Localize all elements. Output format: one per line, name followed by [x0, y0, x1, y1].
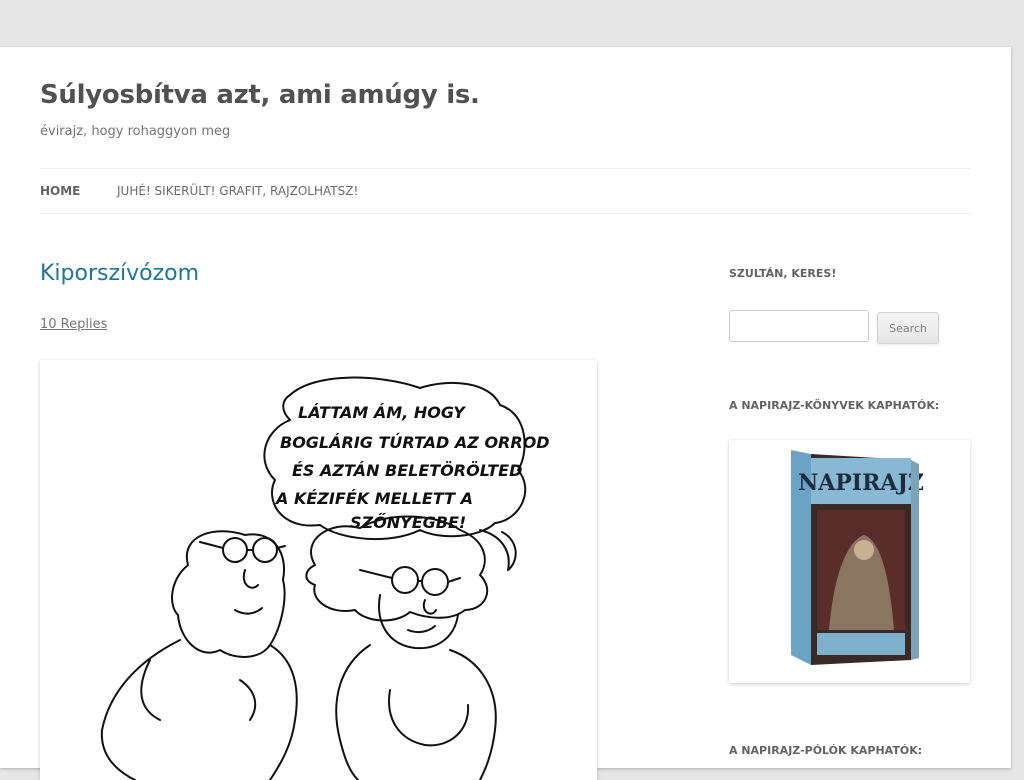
site-title[interactable]: Súlyosbítva azt, ami amúgy is.: [40, 80, 480, 110]
main-navigation: Home Juhé! Sikerült! Grafit, rajzolhatsz…: [40, 168, 971, 214]
shirts-widget-title: A napirajz-pólók kaphatók:: [729, 744, 923, 757]
page-container: Súlyosbítva azt, ami amúgy is. évirajz, …: [0, 47, 1011, 780]
site-description: évirajz, hogy rohaggyon meg: [40, 124, 231, 139]
search-input[interactable]: [729, 310, 869, 342]
post-title[interactable]: Kiporszívózom: [40, 261, 199, 286]
book-cover-title: NAPIRAJZ: [798, 470, 924, 496]
bubble-line-4: A KÉZIFÉK MELLETT A: [274, 489, 473, 508]
bubble-line-1: LÁTTAM ÁM, HOGY: [298, 403, 466, 422]
search-widget-title: Szultán, keres!: [729, 267, 837, 280]
bubble-line-3: ÉS AZTÁN BELETÖRÖLTED: [292, 461, 522, 480]
bubble-line-5: SZŐNYEGBE!: [350, 512, 466, 532]
replies-link[interactable]: 10 Replies: [40, 317, 107, 332]
book-cover-drawing: NAPIRAJZ: [791, 450, 924, 665]
bubble-line-2: BOGLÁRIG TÚRTAD AZ ORROD: [280, 433, 550, 452]
cartoon-image: LÁTTAM ÁM, HOGY BOGLÁRIG TÚRTAD AZ ORROD…: [40, 360, 597, 780]
books-widget-title: A napirajz-könyvek kaphatók:: [729, 399, 940, 412]
nav-item-grafit[interactable]: Juhé! Sikerült! Grafit, rajzolhatsz!: [117, 184, 358, 198]
nav-item-home[interactable]: Home: [40, 184, 80, 198]
cartoon-drawing: LÁTTAM ÁM, HOGY BOGLÁRIG TÚRTAD AZ ORROD…: [100, 376, 550, 780]
search-button[interactable]: Search: [877, 312, 939, 344]
book-cover-image[interactable]: NAPIRAJZ: [729, 440, 970, 683]
